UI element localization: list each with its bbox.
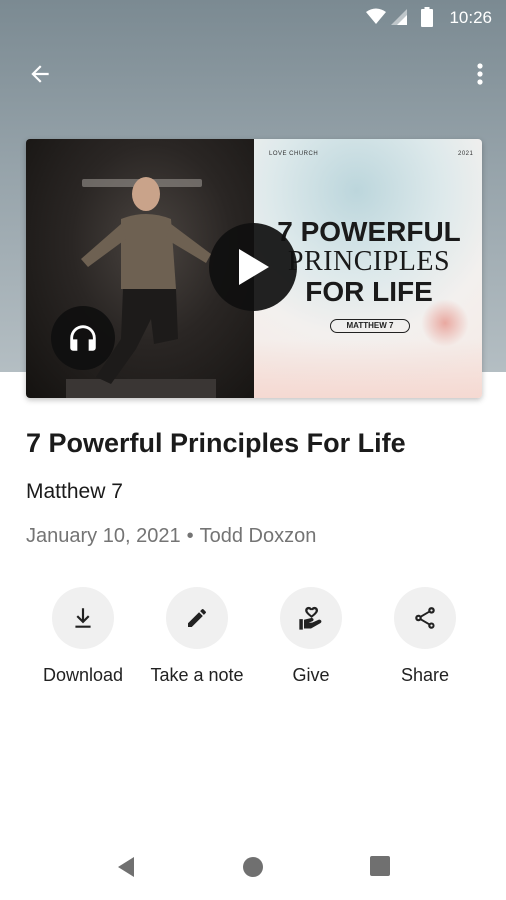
give-action[interactable]: Give (251, 587, 371, 687)
system-nav-bar (0, 836, 506, 900)
status-bar: 10:26 (0, 0, 506, 36)
take-note-button[interactable] (166, 587, 228, 649)
wifi-icon (366, 8, 386, 24)
status-time: 10:26 (449, 8, 492, 27)
sermon-meta: January 10, 2021 • Todd Doxzon (26, 525, 316, 548)
more-vert-icon (477, 63, 483, 85)
church-label: LOVE CHURCH (269, 151, 319, 157)
meta-separator: • (186, 525, 194, 547)
battery-icon (421, 7, 433, 27)
pencil-icon (188, 609, 206, 627)
download-label: Download (42, 665, 124, 685)
play-button[interactable] (209, 223, 297, 311)
share-action[interactable]: Share (365, 587, 485, 687)
sermon-subtitle: Matthew 7 (26, 480, 123, 503)
audio-button[interactable] (51, 306, 115, 370)
arrow-left-icon (31, 65, 49, 83)
download-icon (75, 608, 91, 628)
back-button[interactable] (22, 56, 58, 92)
share-icon (415, 607, 435, 629)
headphones-icon (70, 325, 96, 351)
give-button[interactable] (280, 587, 342, 649)
year-label: 2021 (458, 151, 474, 157)
sermon-date: January 10, 2021 (26, 525, 181, 547)
share-label: Share (400, 665, 450, 685)
share-button[interactable] (394, 587, 456, 649)
download-button[interactable] (52, 587, 114, 649)
home-circle-icon[interactable] (243, 857, 263, 877)
rose-gradient (254, 339, 482, 398)
heart-hand-icon (299, 606, 322, 630)
play-icon (239, 249, 269, 285)
more-options-button[interactable] (472, 58, 488, 90)
recents-square-icon[interactable] (370, 856, 390, 876)
thumbnail-title-line1: 7 POWERFUL (277, 216, 461, 247)
scripture-pill: MATTHEW 7 (330, 319, 410, 333)
download-action[interactable]: Download (23, 587, 143, 687)
take-note-action[interactable]: Take a note (137, 587, 257, 687)
sermon-speaker: Todd Doxzon (199, 525, 317, 547)
back-triangle-icon[interactable] (116, 856, 136, 878)
take-note-label: Take a note (150, 665, 244, 685)
signal-icon (391, 9, 407, 25)
sermon-title: 7 Powerful Principles For Life (26, 428, 406, 458)
give-label: Give (292, 665, 330, 685)
